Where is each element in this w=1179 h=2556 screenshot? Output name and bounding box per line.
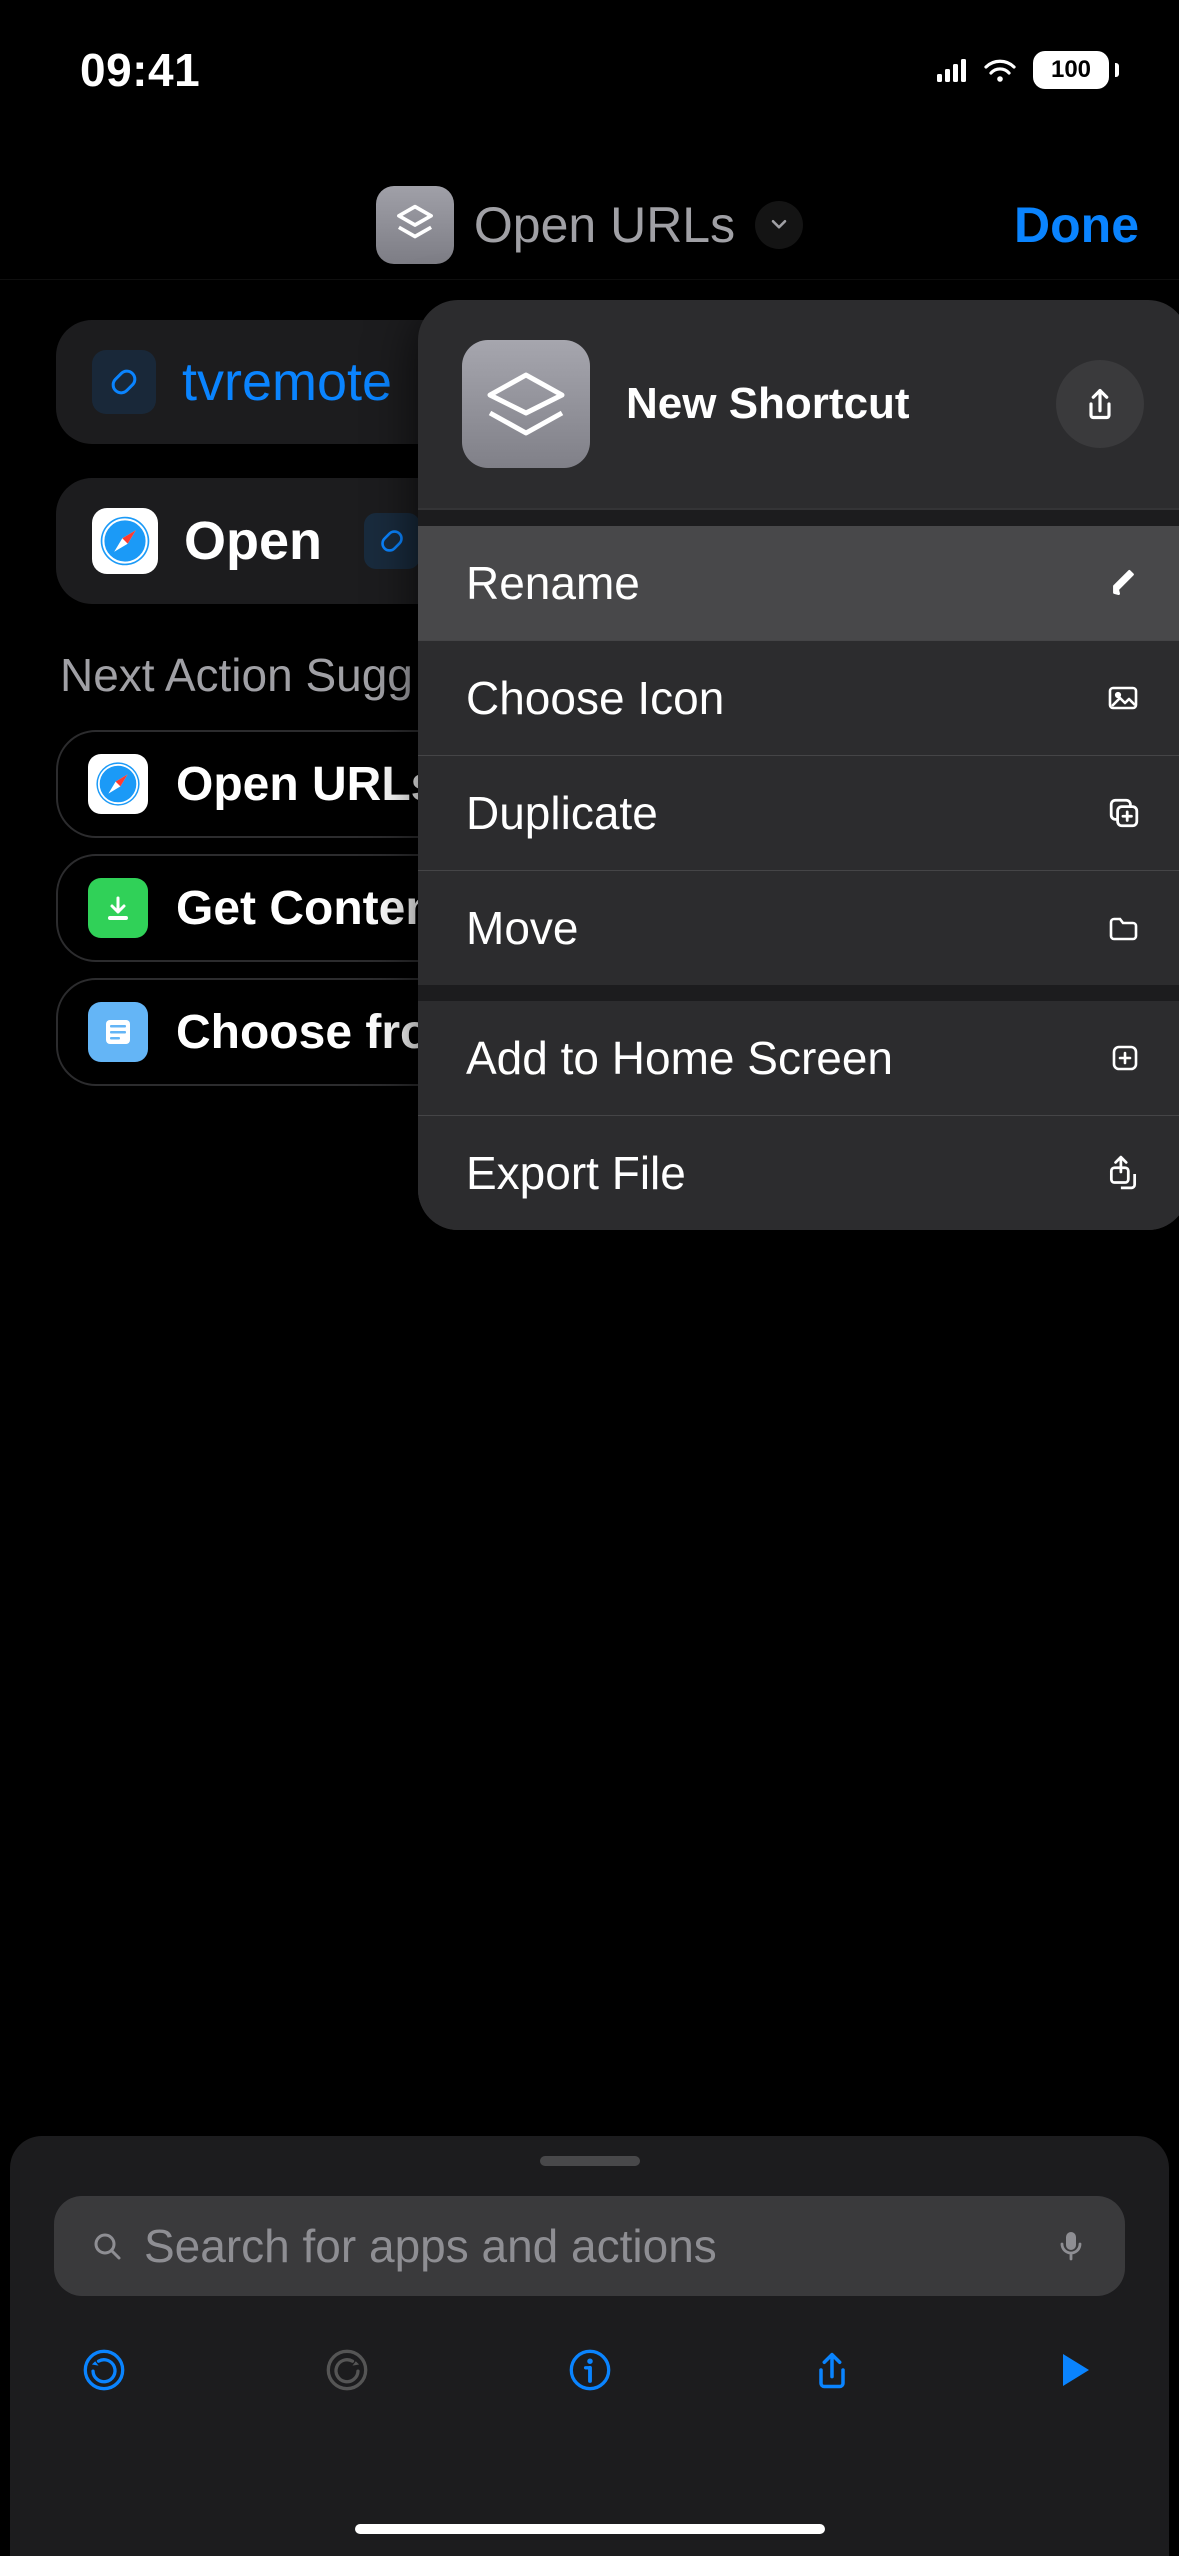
download-icon (88, 878, 148, 938)
menu-label: Rename (466, 556, 640, 610)
wifi-icon (983, 57, 1017, 83)
menu-label: Duplicate (466, 786, 658, 840)
link-icon (364, 513, 420, 569)
home-indicator[interactable] (355, 2524, 825, 2534)
shortcut-icon (462, 340, 590, 468)
export-icon (1106, 1155, 1140, 1191)
search-field[interactable]: Search for apps and actions (54, 2196, 1125, 2296)
menu-icon (88, 1002, 148, 1062)
menu-label: Choose Icon (466, 671, 724, 725)
share-button[interactable] (1056, 360, 1144, 448)
suggestion-label: Open URLs (176, 757, 437, 812)
bottom-toolbar (10, 2296, 1169, 2394)
redo-button[interactable] (313, 2348, 381, 2392)
menu-duplicate[interactable]: Duplicate (418, 755, 1179, 870)
navigation-bar: Open URLs Done (0, 170, 1179, 280)
search-placeholder: Search for apps and actions (144, 2219, 1033, 2273)
share-button[interactable] (798, 2346, 866, 2394)
status-indicators: 100 (937, 51, 1119, 89)
nav-title-button[interactable]: Open URLs (376, 186, 803, 264)
safari-icon (88, 754, 148, 814)
nav-title: Open URLs (474, 196, 735, 254)
menu-move[interactable]: Move (418, 870, 1179, 985)
pencil-icon (1108, 567, 1140, 599)
status-bar: 09:41 100 (0, 0, 1179, 140)
grabber-handle[interactable] (540, 2156, 640, 2166)
menu-label: Move (466, 901, 578, 955)
mic-icon[interactable] (1055, 2229, 1087, 2263)
menu-label: Export File (466, 1146, 686, 1200)
shortcut-options-popover: New Shortcut Rename Choose Icon Duplicat… (418, 300, 1179, 1230)
plus-square-icon (1110, 1043, 1140, 1073)
photo-icon (1106, 683, 1140, 713)
status-time: 09:41 (80, 43, 200, 97)
info-button[interactable] (556, 2348, 624, 2392)
play-button[interactable] (1041, 2350, 1109, 2390)
battery-indicator: 100 (1033, 51, 1119, 89)
menu-export-file[interactable]: Export File (418, 1115, 1179, 1230)
popover-title: New Shortcut (626, 379, 1020, 429)
menu-label: Add to Home Screen (466, 1031, 893, 1085)
folder-icon (1106, 913, 1140, 943)
chevron-down-icon (755, 201, 803, 249)
search-icon (92, 2231, 122, 2261)
safari-icon (92, 508, 158, 574)
link-icon (92, 350, 156, 414)
signal-icon (937, 58, 967, 82)
menu-choose-icon[interactable]: Choose Icon (418, 640, 1179, 755)
suggestion-label: Choose fro (176, 1005, 429, 1060)
url-value[interactable]: tvremote (182, 351, 392, 413)
open-label: Open (184, 510, 322, 572)
menu-add-home-screen[interactable]: Add to Home Screen (418, 1001, 1179, 1115)
suggestion-label: Get Content (176, 881, 451, 936)
duplicate-icon (1108, 797, 1140, 829)
popover-header: New Shortcut (418, 300, 1179, 510)
bottom-panel: Search for apps and actions (10, 2136, 1169, 2556)
shortcut-icon (376, 186, 454, 264)
menu-rename[interactable]: Rename (418, 526, 1179, 640)
done-button[interactable]: Done (1014, 196, 1139, 254)
undo-button[interactable] (70, 2348, 138, 2392)
